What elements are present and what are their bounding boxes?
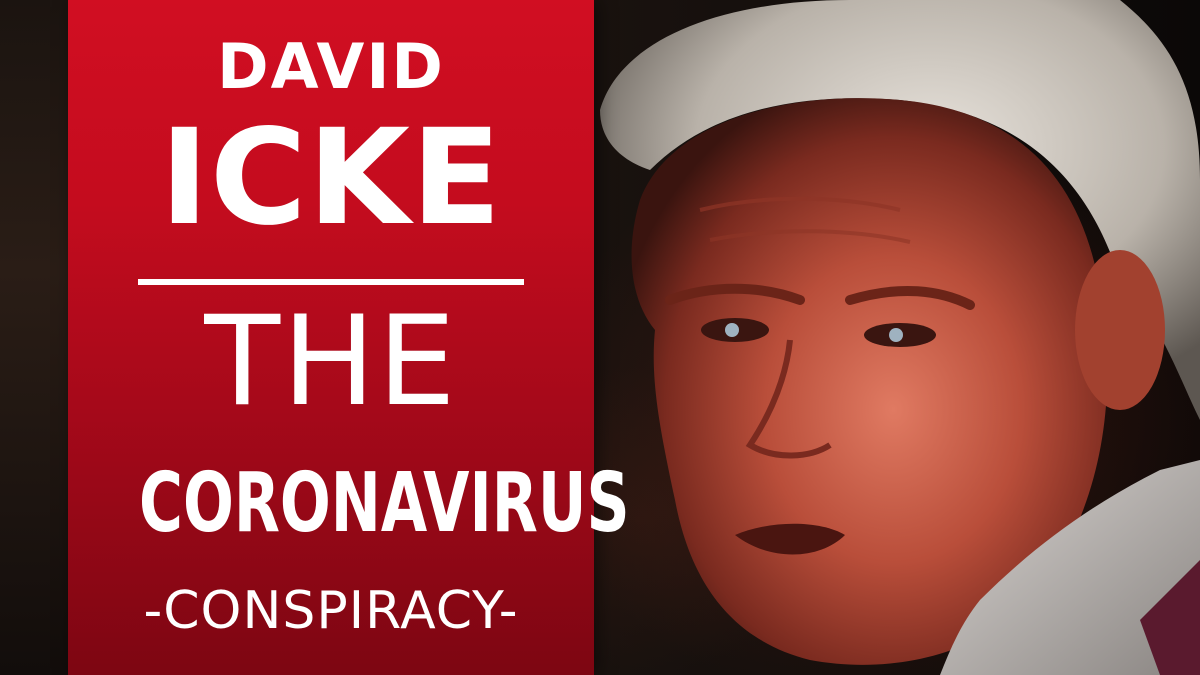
title-first-name: DAVID xyxy=(217,30,445,103)
title-conspiracy: -CONSPIRACY- xyxy=(143,581,519,641)
title-last-name: ICKE xyxy=(159,101,503,255)
title-the: THE xyxy=(204,290,458,434)
title-coronavirus: CORONAVIRUS xyxy=(139,456,630,551)
background-left-strip xyxy=(0,0,68,675)
title-panel: DAVID ICKE THE CORONAVIRUS -CONSPIRACY- xyxy=(68,0,630,675)
man-portrait-photo xyxy=(600,0,1200,675)
title-divider xyxy=(138,279,524,285)
